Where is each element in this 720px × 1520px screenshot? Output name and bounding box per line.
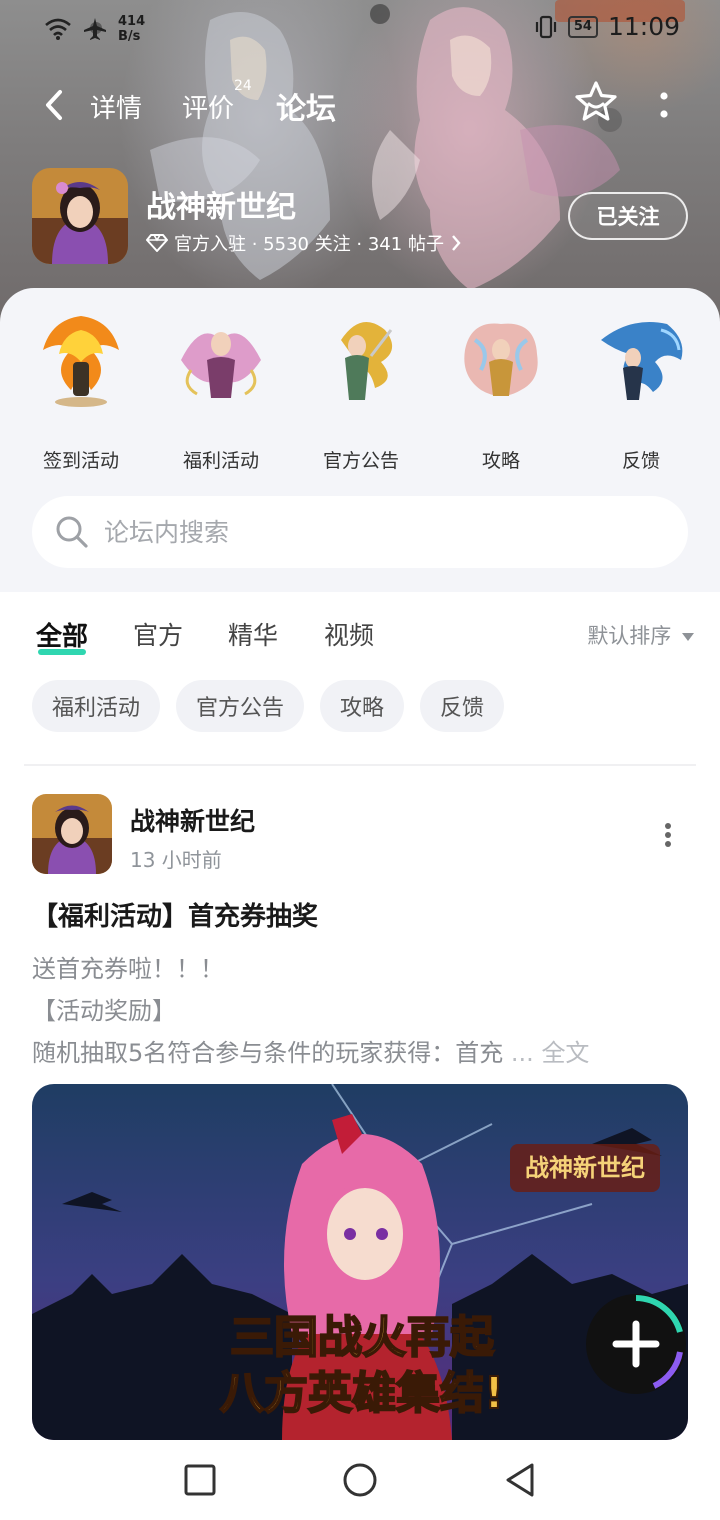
sort-label: 默认排序: [587, 624, 672, 648]
guide-hero-icon: [464, 323, 538, 396]
post-line: 送首充券啦！！！: [32, 955, 224, 983]
more-options-icon[interactable]: [654, 86, 674, 126]
back-arrow-icon[interactable]: [40, 88, 70, 122]
post-author-avatar[interactable]: [32, 794, 112, 874]
diamond-verified-icon: [146, 234, 168, 252]
network-speed: 414 B/s: [118, 14, 146, 44]
game-title: 战神新世纪: [146, 190, 296, 225]
search-input[interactable]: [104, 517, 644, 547]
read-full-link[interactable]: 全文: [541, 1039, 589, 1067]
shortcut-label: 攻略: [481, 450, 520, 472]
post-line: 【活动奖励】: [32, 997, 176, 1025]
reviews-count-badge: 24: [234, 78, 252, 94]
vibrate-icon: [535, 15, 556, 38]
shortcut-welfare[interactable]: 福利活动: [166, 310, 276, 473]
search-icon: [56, 516, 88, 548]
battery-indicator: 54: [567, 15, 598, 38]
topic-chips: 福利活动 官方公告 攻略 反馈: [32, 680, 505, 732]
shortcut-label: 福利活动: [182, 450, 259, 472]
shortcut-label: 签到活动: [42, 450, 119, 472]
chip-welfare[interactable]: 福利活动: [32, 680, 161, 732]
favorite-star-icon[interactable]: [574, 80, 618, 124]
checkin-hero-icon: [43, 316, 119, 407]
post-line: 随机抽取5名符合参与条件的玩家获得：首充 ... 全文: [32, 1039, 590, 1067]
filter-tab-official[interactable]: 官方: [133, 616, 183, 652]
game-header-banner: 414 B/s 54 11:09 详情 评价 24 论坛 战神新世纪 官方入驻 …: [0, 0, 720, 330]
welfare-hero-icon: [181, 332, 261, 398]
post-timestamp: 13 小时前: [130, 848, 222, 872]
top-navigation: 详情 评价 24 论坛: [0, 78, 720, 132]
shortcut-label: 反馈: [621, 450, 660, 472]
shortcut-feedback[interactable]: 反馈: [586, 310, 696, 473]
chip-feedback[interactable]: 反馈: [420, 680, 505, 732]
forum-search-bar[interactable]: [32, 496, 688, 568]
post-image-headline-2: 八方英雄集结!: [220, 1368, 504, 1419]
chip-announcement[interactable]: 官方公告: [176, 680, 305, 732]
game-meta-text: 官方入驻 · 5530 关注 · 341 帖子: [174, 234, 444, 255]
shortcut-announcement[interactable]: 官方公告: [306, 310, 416, 473]
game-icon[interactable]: [32, 168, 128, 264]
chevron-right-icon: [452, 235, 461, 251]
post-author-name[interactable]: 战神新世纪: [130, 802, 255, 838]
post-title[interactable]: 【福利活动】首充券抽奖: [32, 896, 318, 933]
shortcut-guide[interactable]: 攻略: [446, 310, 556, 473]
wifi-icon: [45, 18, 71, 40]
clock: 11:09: [607, 12, 680, 41]
airplane-icon: [84, 18, 106, 40]
tab-reviews[interactable]: 评价: [182, 88, 234, 125]
follow-button[interactable]: 已关注: [568, 192, 688, 240]
filter-tab-all[interactable]: 全部: [36, 616, 88, 655]
filter-tab-featured[interactable]: 精华: [228, 616, 278, 652]
game-meta[interactable]: 官方入驻 · 5530 关注 · 341 帖子: [146, 230, 462, 256]
post-filter-bar: 全部 官方 精华 视频 默认排序: [0, 592, 720, 678]
create-post-button[interactable]: [582, 1290, 690, 1398]
status-bar: 414 B/s 54 11:09: [0, 0, 720, 56]
post-more-icon[interactable]: [660, 822, 676, 848]
post-excerpt[interactable]: 送首充券啦！！！ 【活动奖励】 随机抽取5名符合参与条件的玩家获得：首充 ...…: [32, 948, 692, 1074]
sort-dropdown[interactable]: 默认排序: [587, 620, 694, 650]
shortcut-label: 官方公告: [322, 450, 399, 472]
chip-guide[interactable]: 攻略: [320, 680, 405, 732]
system-navigation-bar: [0, 1440, 720, 1520]
recent-apps-icon[interactable]: [180, 1460, 220, 1500]
home-icon[interactable]: [340, 1460, 380, 1500]
post-image-logo: 战神新世纪: [525, 1154, 645, 1182]
shortcut-grid: 签到活动 福利活动 官方公告 攻略 反馈: [0, 300, 720, 473]
announcement-hero-icon: [341, 322, 393, 400]
feedback-hero-icon: [601, 322, 683, 400]
caret-down-icon: [682, 633, 694, 641]
filter-tab-video[interactable]: 视频: [324, 616, 374, 652]
post-image-headline-1: 三国战火再起: [230, 1312, 495, 1363]
divider: [24, 764, 696, 766]
back-icon[interactable]: [500, 1460, 540, 1500]
ellipsis: ...: [503, 1039, 542, 1067]
tab-forum[interactable]: 论坛: [276, 84, 336, 128]
shortcut-checkin[interactable]: 签到活动: [26, 310, 136, 473]
tab-details[interactable]: 详情: [90, 88, 142, 125]
